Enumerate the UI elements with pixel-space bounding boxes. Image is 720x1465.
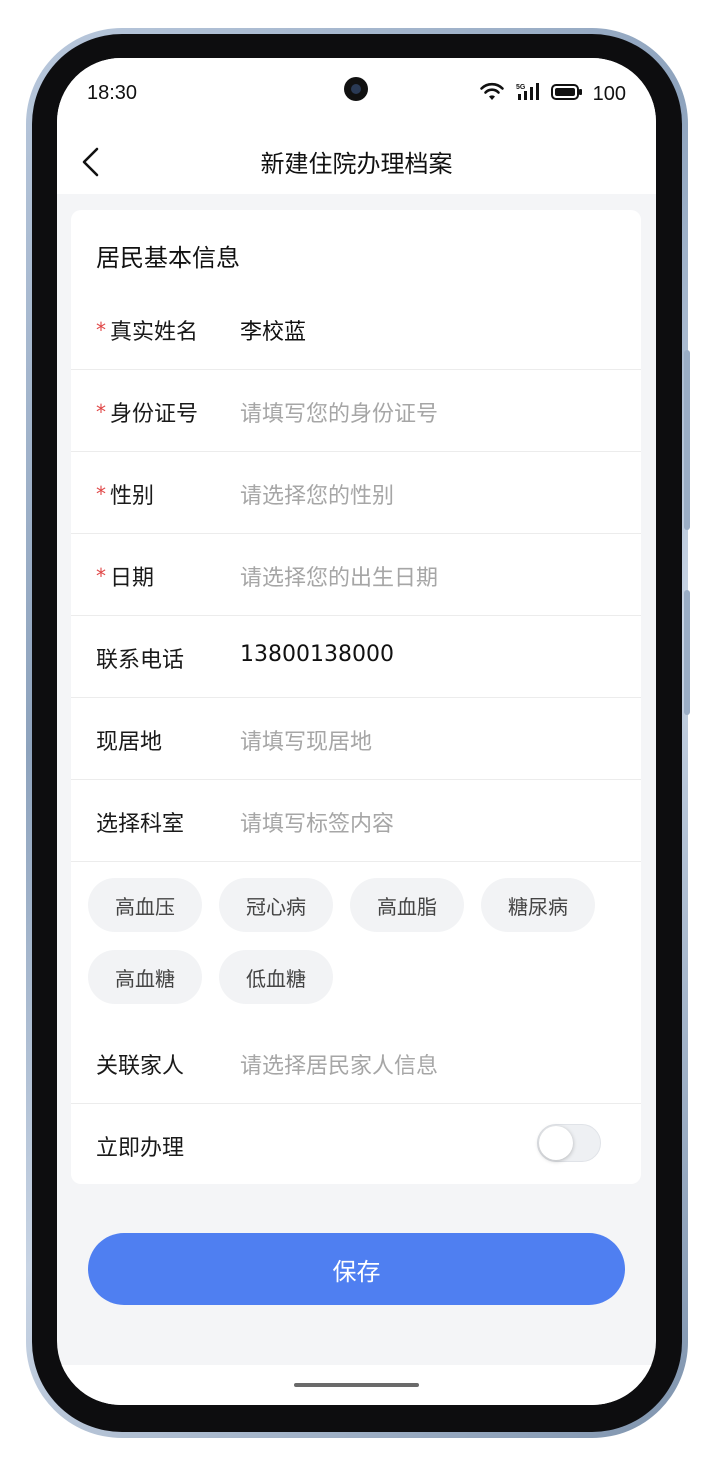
tag-chip[interactable]: 糖尿病 [481,878,595,932]
divider [71,861,641,862]
field-label: 性别 [110,484,155,509]
residence-input[interactable]: 请填写现居地 [240,724,372,756]
phone-value[interactable]: 13800138000 [240,642,394,667]
field-department[interactable]: 选择科室 请填写标签内容 [71,780,641,862]
tag-chip[interactable]: 低血糖 [219,950,333,1004]
required-mark: * [96,564,106,588]
home-indicator[interactable] [294,1383,419,1387]
field-label: 真实姓名 [110,320,199,345]
id-number-input[interactable]: 请填写您的身份证号 [240,396,438,428]
field-label: 身份证号 [110,402,199,427]
field-gender[interactable]: * 性别 请选择您的性别 [71,452,641,534]
required-mark: * [96,318,106,342]
field-immediate: 立即办理 [71,1104,641,1184]
section-title: 居民基本信息 [96,244,240,272]
page-title: 新建住院办理档案 [260,150,453,178]
field-id-number[interactable]: * 身份证号 请填写您的身份证号 [71,370,641,452]
required-mark: * [96,482,106,506]
wifi-icon [479,82,505,106]
field-label: 关联家人 [96,1054,185,1079]
field-label: 日期 [110,566,155,591]
home-area [57,1365,656,1405]
toggle-knob [539,1126,573,1160]
field-residence[interactable]: 现居地 请填写现居地 [71,698,641,780]
field-label: 现居地 [96,730,163,755]
tag-chip[interactable]: 高血脂 [350,878,464,932]
tag-chip[interactable]: 高血压 [88,878,202,932]
field-label: 选择科室 [96,812,185,837]
tag-chip[interactable]: 高血糖 [88,950,202,1004]
status-bar: 18:30 5G 100 [57,58,656,130]
field-family[interactable]: 关联家人 请选择居民家人信息 [71,1022,641,1104]
volume-button [684,350,690,530]
status-icons: 5G 100 [479,82,626,106]
resident-info-card: 居民基本信息 * 真实姓名 李校蓝 * 身份证号 请填写您的身份证号 * 性别 请选择… [71,210,641,1184]
battery-icon [550,83,583,105]
status-time: 18:30 [87,82,138,104]
save-button[interactable]: 保存 [88,1233,625,1305]
required-mark: * [96,400,106,424]
screen: 18:30 5G 100 新建住院办理档案 居民基本信息 * 真实姓名 李校蓝 … [57,58,656,1405]
cellular-5g-icon: 5G [515,82,541,106]
field-birth-date[interactable]: * 日期 请选择您的出生日期 [71,534,641,616]
battery-level: 100 [592,82,626,105]
field-label: 联系电话 [96,648,185,673]
family-select[interactable]: 请选择居民家人信息 [240,1048,438,1080]
department-input[interactable]: 请填写标签内容 [240,806,394,838]
svg-text:5G: 5G [516,84,526,91]
name-value[interactable]: 李校蓝 [240,314,306,346]
tag-chip[interactable]: 冠心病 [219,878,333,932]
gender-select[interactable]: 请选择您的性别 [240,478,394,510]
field-phone[interactable]: 联系电话 13800138000 [71,616,641,698]
field-real-name[interactable]: * 真实姓名 李校蓝 [71,288,641,370]
field-label: 立即办理 [96,1136,185,1161]
power-button [684,590,690,715]
immediate-toggle[interactable] [537,1124,601,1162]
front-camera [344,77,368,101]
nav-bar: 新建住院办理档案 [57,130,656,194]
birth-date-select[interactable]: 请选择您的出生日期 [240,560,438,592]
